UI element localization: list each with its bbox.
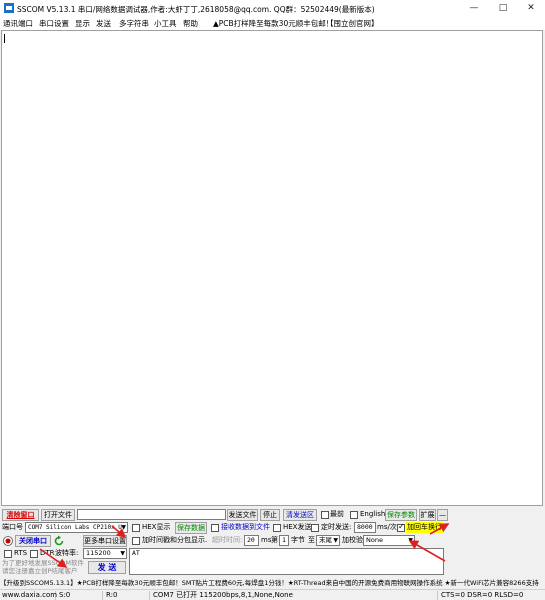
byte-input[interactable]: 1 [279,535,289,546]
more-port-settings-button[interactable]: 更多串口设置 [83,535,127,547]
clear-send-button[interactable]: 清发送区 [283,509,317,521]
minimize-button[interactable]: — [460,0,488,17]
file-path-field[interactable] [77,509,226,520]
chevron-down-icon: ▼ [333,537,338,544]
checksum-label: 加校验 [342,536,363,544]
menu-official-site[interactable]: 【囤立创官网】 [326,18,379,29]
status-signals: CTS=0 DSR=0 RLSD=0 [441,591,524,599]
status-bar: www.daxia.com S:0 R:0 COM7 已打开 115200bps… [0,589,545,600]
menu-bar: 通讯端口 串口设置 显示 发送 多字符串 小工具 帮助 ▲PCB打样降至每款30… [0,17,545,30]
port-value: COM7 Silicon Labs CP210x U [28,524,122,531]
menu-display[interactable]: 显示 [75,18,90,29]
interval-input[interactable]: 8000 [354,522,376,533]
baud-value: 115200 [86,549,111,557]
timed-send-label: 定时发送: [321,523,352,531]
rts-label: RTS [14,549,28,557]
save-data-button[interactable]: 保存数据 [175,522,207,534]
checksum-value: None [366,536,383,544]
timeout-unit: ms [261,536,272,544]
app-icon [4,3,14,13]
menu-pcb-ad[interactable]: ▲PCB打样降至每款30元顺丰包邮！ [213,18,333,29]
menu-help[interactable]: 帮助 [183,18,198,29]
menu-multi-string[interactable]: 多字符串 [119,18,149,29]
dtr-checkbox[interactable] [30,550,38,558]
notice-line-1: 为了更好地发展SSCOM软件 [2,559,85,567]
timeout-label: 超时时间: [212,536,243,544]
byte-unit: 字节 [291,536,305,544]
timestamp-checkbox[interactable] [132,537,140,545]
clear-window-button[interactable]: 清除窗口 [2,509,39,521]
status-website[interactable]: www.daxia.com [0,591,57,600]
close-button[interactable]: ✕ [517,0,545,17]
baud-select[interactable]: 115200 ▼ [83,548,127,559]
hex-send-checkbox[interactable] [273,524,281,532]
baud-label: 波特率: [55,549,79,557]
title-bar: SSCOM V5.13.1 串口/网络数据调试器,作者:大虾丁丁,2618058… [0,0,545,17]
port-label: 端口号 [2,523,23,531]
rts-checkbox[interactable] [4,550,12,558]
menu-tools[interactable]: 小工具 [154,18,177,29]
control-panel: 清除窗口 打开文件 发送文件 停止 清发送区 最前 English 保存参数 扩… [0,506,545,578]
chevron-down-icon: ▼ [408,537,413,544]
add-crlf-checkbox[interactable] [397,522,405,532]
notice-line-2: 请您注册嘉立创P结尾客户 [2,567,78,575]
hex-display-checkbox[interactable] [132,524,140,532]
english-checkbox[interactable] [350,511,358,519]
port-status-icon [3,536,13,546]
topmost-label: 最前 [330,510,344,518]
maximize-button[interactable]: □ [489,0,517,17]
send-file-button[interactable]: 发送文件 [227,509,258,521]
close-port-button[interactable]: 关闭串口 [15,535,51,547]
to-select[interactable]: 末尾 ▼ [316,535,340,546]
hex-display-label: HEX显示 [142,523,171,531]
timeout-input[interactable]: 20 [244,535,259,546]
hex-send-label: HEX发送 [283,523,312,531]
checksum-select[interactable]: None ▼ [363,535,415,546]
add-crlf-label: 加回车换行 [406,522,443,533]
stop-button[interactable]: 停止 [260,509,280,521]
chevron-down-icon: ▼ [120,550,125,557]
save-params-button[interactable]: 保存参数 [385,509,417,521]
recv-to-file-label[interactable]: 接收数据到文件 [221,522,270,533]
timed-send-checkbox[interactable] [311,524,319,532]
menu-port-settings[interactable]: 串口设置 [39,18,69,29]
port-select[interactable]: COM7 Silicon Labs CP210x U ▼ [25,522,128,533]
interval-unit: ms/次 [377,523,397,531]
timestamp-label: 加时间戳和分包显示. [142,536,208,544]
send-text-input[interactable]: AT [129,548,444,575]
chevron-down-icon: ▼ [121,524,126,531]
menu-comm-port[interactable]: 通讯端口 [3,18,33,29]
expand-button[interactable]: 扩展 [419,509,436,521]
byte-label: 第 [271,536,278,544]
window-title: SSCOM V5.13.1 串口/网络数据调试器,作者:大虾丁丁,2618058… [17,5,375,14]
send-button[interactable]: 发 送 [88,561,126,574]
menu-send[interactable]: 发送 [96,18,111,29]
ad-marquee[interactable]: 【升级到SSCOM5.13.1】★PCB打样降至每款30元顺丰包邮！SMT贴片工… [0,578,545,589]
english-label: English [360,510,386,518]
recv-to-file-checkbox[interactable] [211,524,219,532]
text-cursor [4,34,5,43]
dtr-label: DTR [40,549,55,557]
collapse-button[interactable]: — [437,509,448,521]
status-sent-count: S:0 [57,591,103,600]
to-value: 末尾 [319,536,332,544]
refresh-icon[interactable] [53,535,65,547]
receive-area[interactable] [1,30,543,506]
open-file-button[interactable]: 打开文件 [41,509,75,521]
to-label: 至 [308,536,315,544]
topmost-checkbox[interactable] [321,511,329,519]
status-port-info: COM7 已打开 115200bps,8,1,None,None [151,591,438,600]
status-received-count: R:0 [104,591,150,600]
